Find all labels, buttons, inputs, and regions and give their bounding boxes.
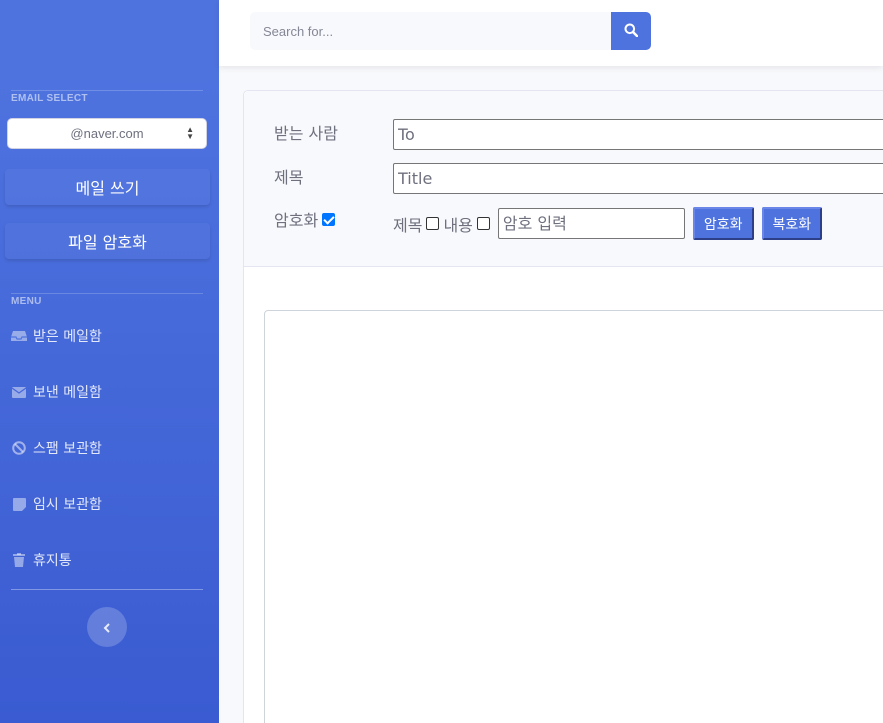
- compose-card: 받는 사람 제목 암호화 제목 내용 암호화 복호화: [243, 90, 883, 723]
- encrypt-content-label: 내용: [443, 215, 473, 235]
- compose-button[interactable]: 메일 쓰기: [5, 169, 210, 205]
- email-domain-value: @naver.com: [70, 126, 144, 141]
- message-body-editor[interactable]: [264, 310, 883, 723]
- encrypt-label: 암호화: [274, 211, 319, 230]
- sticky-note-icon: [11, 496, 27, 512]
- to-label: 받는 사람: [274, 124, 338, 143]
- sidebar-item-trash[interactable]: 휴지통: [11, 548, 72, 572]
- search-icon: [624, 22, 639, 41]
- encrypt-subject-label: 제목: [393, 215, 423, 235]
- encrypt-file-button[interactable]: 파일 암호화: [5, 223, 210, 259]
- search-input[interactable]: [250, 12, 611, 50]
- sidebar-item-inbox[interactable]: 받은 메일함: [11, 324, 102, 348]
- email-domain-select[interactable]: @naver.com ▲ ▼: [7, 118, 207, 149]
- decrypt-button[interactable]: 복호화: [761, 207, 823, 240]
- topbar: [219, 0, 883, 66]
- to-field[interactable]: [393, 119, 883, 150]
- sidebar-item-spam[interactable]: 스팸 보관함: [11, 436, 102, 460]
- sidebar-divider: [11, 589, 203, 590]
- search-button[interactable]: [611, 12, 651, 50]
- sidebar-divider: [11, 90, 203, 91]
- encrypt-content-checkbox[interactable]: [476, 217, 490, 230]
- email-select-heading: EMAIL SELECT: [11, 93, 88, 104]
- subject-field[interactable]: [393, 163, 883, 194]
- encrypt-toggle: 암호화: [274, 207, 336, 231]
- sidebar-item-sent[interactable]: 보낸 메일함: [11, 380, 102, 404]
- sidebar-toggle-button[interactable]: [87, 607, 127, 647]
- sidebar-item-drafts[interactable]: 임시 보관함: [11, 492, 102, 516]
- encrypt-button[interactable]: 암호화: [692, 207, 754, 240]
- chevron-left-icon: [103, 618, 111, 637]
- sidebar-item-label: 받은 메일함: [33, 329, 102, 345]
- envelope-icon: [11, 384, 27, 400]
- trash-icon: [11, 552, 27, 568]
- sidebar-item-label: 스팸 보관함: [33, 441, 102, 457]
- sidebar-item-label: 임시 보관함: [33, 497, 102, 513]
- sidebar-item-label: 보낸 메일함: [33, 385, 102, 401]
- inbox-icon: [11, 328, 27, 344]
- menu-heading: MENU: [11, 296, 42, 307]
- encrypt-options: 제목 내용 암호화 복호화: [393, 207, 823, 240]
- sidebar-divider: [11, 293, 203, 294]
- encrypt-subject-checkbox[interactable]: [426, 217, 440, 230]
- subject-label: 제목: [274, 168, 304, 187]
- ban-icon: [11, 440, 27, 456]
- select-arrows-icon: ▲ ▼: [186, 125, 194, 141]
- compose-header: 받는 사람 제목 암호화 제목 내용 암호화 복호화: [244, 91, 883, 267]
- sidebar: EMAIL SELECT @naver.com ▲ ▼ 메일 쓰기 파일 암호화 …: [0, 0, 219, 723]
- encrypt-checkbox[interactable]: [322, 212, 336, 226]
- sidebar-item-label: 휴지통: [33, 553, 72, 569]
- password-input[interactable]: [497, 208, 685, 239]
